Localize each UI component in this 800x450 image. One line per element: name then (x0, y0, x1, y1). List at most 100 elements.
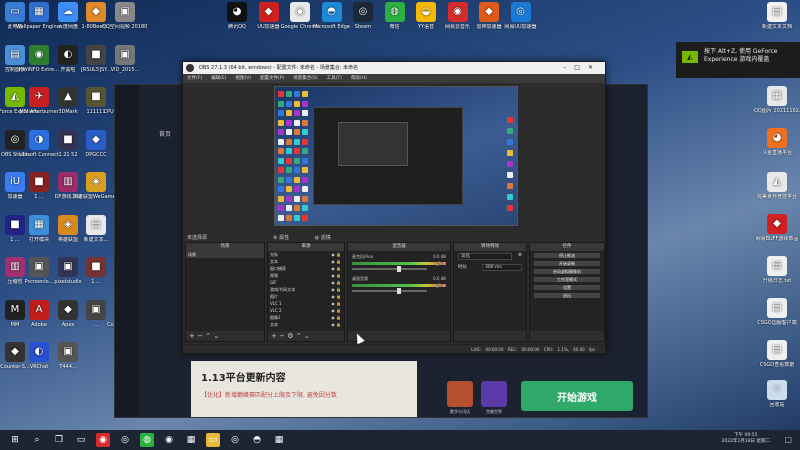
source-item[interactable]: VLC 2 ◉ 🔒 (268, 307, 344, 314)
menu-item[interactable]: 帮助(H) (351, 76, 367, 81)
app-icon[interactable]: ◓ (250, 433, 264, 447)
source-item[interactable]: 文本 ◉ 🔒 (268, 321, 344, 328)
source-item[interactable]: 文本 ◉ 🔒 (268, 258, 344, 265)
volume-slider[interactable] (352, 266, 428, 272)
desktop-shortcut[interactable]: ◆ 网易BUFF游戏饰品 (754, 214, 800, 242)
source-item[interactable]: 窗口捕获 ◉ 🔒 (268, 265, 344, 272)
move-down-icon[interactable]: ⌄ (213, 332, 219, 340)
desktop-shortcut[interactable]: ◭ 完美世界竞技平台 (754, 172, 800, 200)
move-up-icon[interactable]: ⌃ (205, 332, 211, 340)
close-icon[interactable]: ✕ (588, 64, 601, 71)
bgapp-tool-icon-1[interactable] (447, 381, 473, 407)
speaker-icon[interactable]: 🔊 ⚙ (436, 261, 446, 266)
source-item[interactable]: 游戏/代码文本 ◉ 🔒 (268, 286, 344, 293)
control-button[interactable]: 停止推流 (533, 252, 601, 259)
menu-item[interactable]: 场景集合(S) (293, 76, 317, 81)
control-button[interactable]: 设置 (533, 284, 601, 291)
add-icon[interactable]: + (271, 332, 277, 340)
transition-type-select[interactable]: 淡化 (458, 253, 512, 260)
maximize-icon[interactable]: □ (574, 64, 588, 71)
visibility-lock-icons[interactable]: ◉ 🔒 (331, 300, 341, 307)
source-item[interactable]: 光标 ◉ 🔒 (268, 251, 344, 258)
menu-item[interactable]: 编辑(E) (211, 76, 226, 81)
obs-window[interactable]: OBS 27.1.3 (64 bit, windows) - 配置文件: 未命名… (182, 61, 606, 354)
start-icon[interactable]: ⊞ (8, 433, 22, 447)
obs-statusbar: LIVE: 00:00:00 REC: 00:00:00 CPU: 1.1%, … (183, 344, 605, 353)
minimize-icon[interactable]: – (563, 64, 574, 71)
visibility-lock-icons[interactable]: ◉ 🔒 (331, 314, 341, 321)
move-down-icon[interactable]: ⌄ (304, 332, 310, 340)
visibility-lock-icons[interactable]: ◉ 🔒 (331, 272, 341, 279)
desktop-shortcut[interactable]: ▤ CSGO查看数据 (754, 340, 800, 368)
properties-tab[interactable]: ⚙ 属性 (273, 235, 301, 241)
task-view-icon[interactable]: ❐ (52, 433, 66, 447)
obs-titlebar[interactable]: OBS 27.1.3 (64 bit, windows) - 配置文件: 未命名… (183, 62, 605, 74)
desktop-shortcut[interactable]: ▤ CSGO国服客户端 (754, 298, 800, 326)
control-button[interactable]: 开始录制 (533, 260, 601, 267)
search-icon[interactable]: ⌕ (30, 433, 44, 447)
scene-item[interactable]: 场景 (186, 251, 264, 258)
remove-icon[interactable]: − (197, 332, 203, 340)
source-item[interactable]: VLC 1 ◉ 🔒 (268, 300, 344, 307)
gear-icon[interactable]: ⚙ (518, 253, 522, 260)
source-item[interactable]: 图片 ◉ 🔒 (268, 293, 344, 300)
filters-tab[interactable]: ◍ 滤镜 (315, 235, 343, 241)
speaker-icon[interactable]: 🔊 ⚙ (436, 283, 446, 288)
gear-icon[interactable]: ⚙ (287, 332, 293, 340)
menu-item[interactable]: 文件(F) (187, 76, 202, 81)
desktop-shortcut[interactable]: ◎ 网易UU加速器 (498, 2, 544, 30)
preview-desktop-icon (302, 119, 308, 126)
volume-slider-knob[interactable] (397, 266, 402, 272)
add-icon[interactable]: + (189, 332, 195, 340)
control-button[interactable]: 启动虚拟摄像机 (533, 268, 601, 275)
move-up-icon[interactable]: ⌃ (296, 332, 302, 340)
menu-item[interactable]: 配置文件(P) (260, 76, 284, 81)
netease-music-icon[interactable]: ◉ (96, 433, 110, 447)
control-button[interactable]: 退出 (533, 292, 601, 299)
control-button[interactable]: 工作室模式 (533, 276, 601, 283)
source-item[interactable]: 视频 ◉ 🔒 (268, 272, 344, 279)
app-icon[interactable]: ◎ (118, 433, 132, 447)
visibility-lock-icons[interactable]: ◉ 🔒 (331, 293, 341, 300)
volume-slider-knob[interactable] (397, 288, 402, 294)
app-icon[interactable]: ▦ (184, 433, 198, 447)
desktop-shortcut[interactable]: ▤ 新建文本文档 (754, 2, 800, 30)
window-controls[interactable]: –□✕ (563, 62, 601, 74)
visibility-lock-icons[interactable]: ◉ 🔒 (331, 258, 341, 265)
desktop-shortcut[interactable]: ▣ QQ空间视频 2018071... (102, 2, 148, 30)
geforce-notification[interactable]: ◭ 按下 Alt+Z, 使用 GeForce Experience 游戏内覆盖 (676, 42, 800, 78)
app-icon[interactable]: ▭ (74, 433, 88, 447)
app-icon[interactable]: ▦ (272, 433, 286, 447)
visibility-lock-icons[interactable]: ◉ 🔒 (331, 251, 341, 258)
visibility-lock-icons[interactable]: ◉ 🔒 (331, 307, 341, 314)
desktop-shortcut[interactable]: ◕ 斗鱼直播平台 (754, 128, 800, 156)
chrome-icon[interactable]: ◉ (162, 433, 176, 447)
taskbar-clock[interactable]: 下午 09:55 2022年1月18日 星期二 (722, 433, 770, 445)
visibility-lock-icons[interactable]: ◉ 🔒 (331, 279, 341, 286)
desktop-shortcut[interactable]: ▣ VID_2015... (102, 44, 148, 73)
start-game-button[interactable]: 开始游戏 (521, 381, 633, 411)
wechat-icon[interactable]: ◍ (140, 433, 154, 447)
bgapp-tool-icon-2[interactable] (481, 381, 507, 407)
obs-icon[interactable]: ◎ (228, 433, 242, 447)
menu-item[interactable]: 工具(T) (327, 76, 342, 81)
menu-item[interactable]: 视图(V) (235, 76, 251, 81)
visibility-lock-icons[interactable]: ◉ 🔒 (331, 265, 341, 272)
source-item[interactable]: 图像2 ◉ 🔒 (268, 314, 344, 321)
visibility-lock-icons[interactable]: ◉ 🔒 (331, 321, 341, 328)
desktop-shortcut[interactable]: ♲ 回收站 (754, 380, 800, 408)
desktop-shortcut[interactable]: ▣ T444... (45, 342, 91, 370)
desktop-shortcut[interactable]: ▤ 升级日志.txt (754, 256, 800, 284)
volume-slider[interactable] (352, 288, 428, 294)
folder-icon[interactable]: ▭ (206, 433, 220, 447)
source-item[interactable]: GIF ◉ 🔒 (268, 279, 344, 286)
bgapp-home-tab[interactable]: 首页 (159, 129, 171, 138)
preview-desktop-icon (278, 186, 284, 192)
desktop-shortcut[interactable]: ▦ QQ图片 20211102... (754, 86, 800, 114)
duration-input[interactable]: 300 ms (482, 264, 522, 271)
remove-icon[interactable]: − (279, 332, 285, 340)
notification-center-icon[interactable]: ▢ (784, 435, 792, 444)
visibility-lock-icons[interactable]: ◉ 🔒 (331, 286, 341, 293)
bgapp-news-panel[interactable]: 1.13平台更新内容 【优化】新增巅峰赛匹配分上限及下限, 避免因分数 (191, 361, 417, 417)
obs-preview[interactable] (274, 86, 518, 226)
